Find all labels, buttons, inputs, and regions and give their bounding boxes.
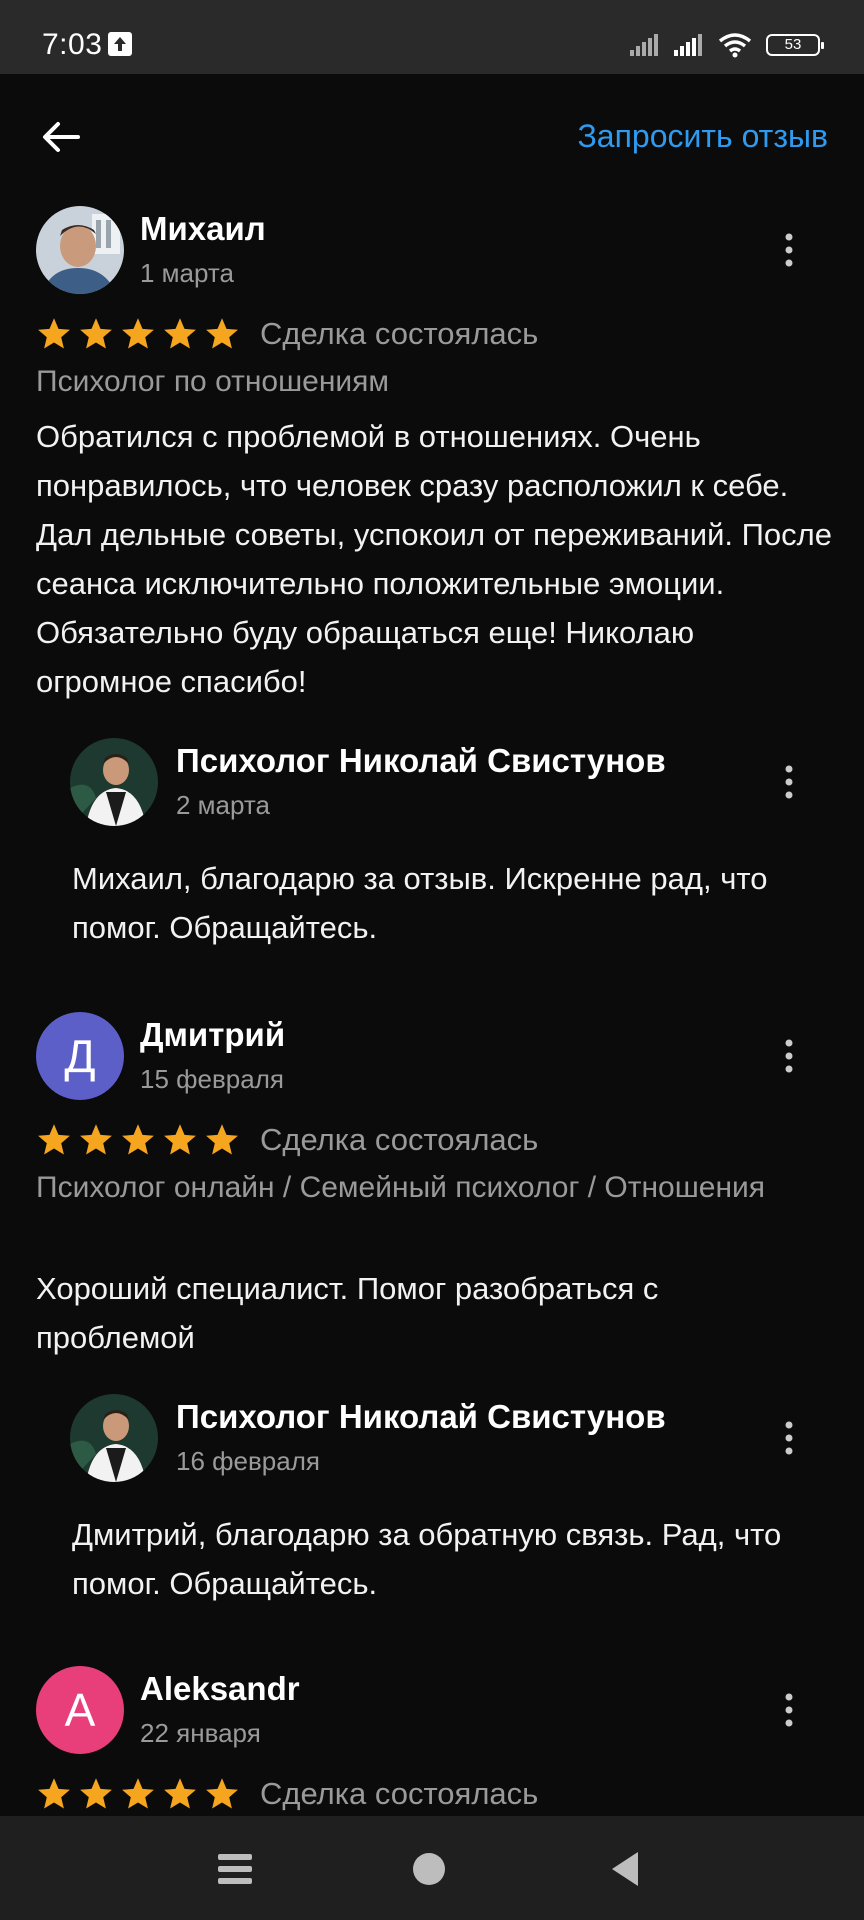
reviewer-name: Дмитрий — [140, 1016, 286, 1053]
signal-icon — [630, 34, 658, 56]
star-icon — [122, 1778, 154, 1809]
reply-date: 2 марта — [176, 790, 270, 820]
deal-status: Сделка состоялась — [260, 316, 539, 351]
review-date: 22 января — [140, 1718, 261, 1748]
star-icon — [164, 1124, 196, 1155]
service-category: Психолог по отношениям — [36, 365, 390, 398]
star-icon — [80, 1124, 112, 1155]
star-icon — [122, 318, 154, 349]
reviewer-name: Михаил — [140, 210, 266, 247]
star-icon — [80, 1778, 112, 1809]
home-circle-icon[interactable] — [406, 1846, 452, 1892]
battery-icon: 53 — [766, 34, 824, 56]
review-text: Хороший специалист. Помог разобраться с … — [36, 1271, 659, 1355]
more-options-icon[interactable] — [777, 1418, 801, 1458]
status-time: 7:03 — [42, 28, 103, 61]
star-icon — [164, 1778, 196, 1809]
reply-text: Дмитрий, благодарю за обратную связь. Ра… — [72, 1517, 782, 1601]
more-options-icon[interactable] — [777, 230, 801, 270]
menu-icon[interactable] — [212, 1846, 258, 1892]
more-options-icon[interactable] — [777, 1036, 801, 1076]
review-card: Михаил 1 марта Сделка состоялась Психоло… — [0, 198, 864, 968]
star-rating: Сделка состоялась — [36, 1120, 538, 1160]
deal-status: Сделка состоялась — [260, 1122, 539, 1157]
signal-icon — [674, 34, 702, 56]
avatar[interactable]: A — [36, 1666, 124, 1754]
request-review-button[interactable]: Запросить отзыв — [577, 118, 828, 155]
star-rating: Сделка состоялась — [36, 314, 538, 354]
review-card: A Aleksandr 22 января Сделка состоялась — [0, 1658, 864, 1816]
star-rating: Сделка состоялась — [36, 1774, 538, 1814]
more-options-icon[interactable] — [777, 762, 801, 802]
reply-date: 16 февраля — [176, 1446, 320, 1476]
back-triangle-icon[interactable] — [602, 1846, 648, 1892]
review-date: 15 февраля — [140, 1064, 284, 1094]
review-date: 1 марта — [140, 258, 234, 288]
review-text: Обратился с проблемой в отношениях. Очен… — [36, 419, 832, 699]
avatar[interactable] — [36, 206, 124, 294]
avatar[interactable]: Д — [36, 1012, 124, 1100]
reviewer-name: Aleksandr — [140, 1670, 300, 1707]
more-options-icon[interactable] — [777, 1690, 801, 1730]
star-icon — [38, 318, 70, 349]
back-arrow-icon[interactable] — [38, 114, 84, 160]
upload-notification-icon — [108, 32, 132, 56]
status-bar: 7:03 53 — [0, 0, 864, 74]
star-icon — [206, 1124, 238, 1155]
star-icon — [122, 1124, 154, 1155]
status-icons: 53 — [630, 30, 824, 60]
reply-author-name: Психолог Николай Свистунов — [176, 742, 666, 779]
reply-avatar[interactable] — [70, 738, 158, 826]
reply-text: Михаил, благодарю за отзыв. Искренне рад… — [72, 861, 768, 945]
star-icon — [164, 318, 196, 349]
star-icon — [206, 1778, 238, 1809]
review-card: Д Дмитрий 15 февраля Сделка состоялась П… — [0, 1004, 864, 1644]
system-nav-bar — [0, 1816, 864, 1920]
deal-status: Сделка состоялась — [260, 1776, 539, 1811]
service-category: Психолог онлайн / Семейный психолог / От… — [36, 1171, 766, 1204]
star-icon — [206, 318, 238, 349]
star-icon — [80, 318, 112, 349]
reply-avatar[interactable] — [70, 1394, 158, 1482]
star-icon — [38, 1778, 70, 1809]
wifi-icon — [718, 33, 752, 58]
app-bar: Запросить отзыв — [0, 74, 864, 198]
star-icon — [38, 1124, 70, 1155]
reply-author-name: Психолог Николай Свистунов — [176, 1398, 666, 1435]
